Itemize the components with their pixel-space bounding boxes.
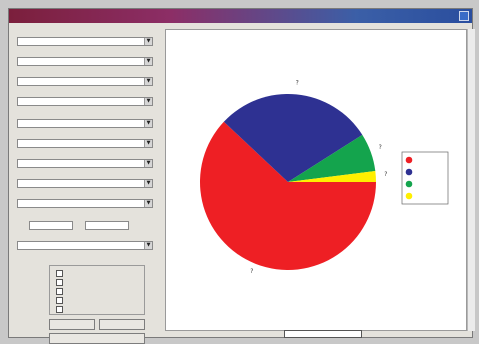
chevron-down-icon[interactable]: ▼ — [144, 160, 152, 167]
legend-marker-1 — [405, 156, 413, 164]
option-4[interactable] — [56, 297, 66, 305]
chevron-down-icon[interactable]: ▼ — [144, 120, 152, 127]
close-button[interactable] — [459, 11, 469, 21]
pie-slice-label-3: ? — [379, 144, 382, 151]
dropdown-9[interactable]: ▼ — [17, 199, 153, 208]
dropdown-6[interactable]: ▼ — [17, 139, 153, 148]
left-button[interactable] — [49, 319, 95, 330]
option-1[interactable] — [56, 270, 66, 278]
dropdown-7[interactable]: ▼ — [17, 159, 153, 168]
pie-chart: ???? — [200, 79, 449, 275]
checkbox-icon[interactable] — [56, 306, 63, 313]
pie-slice-label-2: ? — [296, 79, 299, 86]
right-button[interactable] — [99, 319, 145, 330]
chevron-down-icon[interactable]: ▼ — [144, 98, 152, 105]
primary-button[interactable] — [49, 333, 145, 344]
dropdown-1[interactable]: ▼ — [17, 37, 153, 46]
legend-marker-2 — [405, 168, 413, 176]
checkbox-icon[interactable] — [56, 270, 63, 277]
dropdown-2[interactable]: ▼ — [17, 57, 153, 66]
legend-marker-3 — [405, 180, 413, 188]
settings-panel: ▼ ▼ ▼ ▼ ▼ ▼ ▼ ▼ ▼ ▼ — [15, 27, 157, 344]
chart-legend — [401, 151, 449, 205]
chevron-down-icon[interactable]: ▼ — [144, 78, 152, 85]
pie-slice-label-1: ? — [250, 268, 253, 275]
option-3[interactable] — [56, 288, 66, 296]
option-2[interactable] — [56, 279, 66, 287]
chevron-down-icon[interactable]: ▼ — [144, 58, 152, 65]
checkbox-icon[interactable] — [56, 297, 63, 304]
pie-chart-dialog: ▼ ▼ ▼ ▼ ▼ ▼ ▼ ▼ ▼ ▼ ? ? ? ? — [8, 8, 475, 344]
checkbox-icon[interactable] — [56, 288, 63, 295]
chevron-down-icon[interactable]: ▼ — [144, 242, 152, 249]
dropdown-4[interactable]: ▼ — [17, 97, 153, 106]
dropdown-10[interactable]: ▼ — [17, 241, 153, 250]
options-group — [49, 265, 145, 315]
dropdown-3[interactable]: ▼ — [17, 77, 153, 86]
chevron-down-icon[interactable]: ▼ — [144, 200, 152, 207]
vertical-scrollbar[interactable] — [467, 29, 475, 331]
pie-slice-label-4: ? — [384, 171, 387, 178]
checkbox-icon[interactable] — [56, 279, 63, 286]
small-input-2[interactable] — [85, 221, 129, 230]
small-input-1[interactable] — [29, 221, 73, 230]
legend-marker-4 — [405, 192, 413, 200]
chevron-down-icon[interactable]: ▼ — [144, 180, 152, 187]
chevron-down-icon[interactable]: ▼ — [144, 38, 152, 45]
chart-area: ???? — [165, 29, 467, 338]
option-5[interactable] — [56, 306, 66, 314]
dropdown-8[interactable]: ▼ — [17, 179, 153, 188]
title-bar[interactable] — [9, 9, 472, 23]
chevron-down-icon[interactable]: ▼ — [144, 140, 152, 147]
dropdown-5[interactable]: ▼ — [17, 119, 153, 128]
chart-caption — [284, 330, 362, 338]
